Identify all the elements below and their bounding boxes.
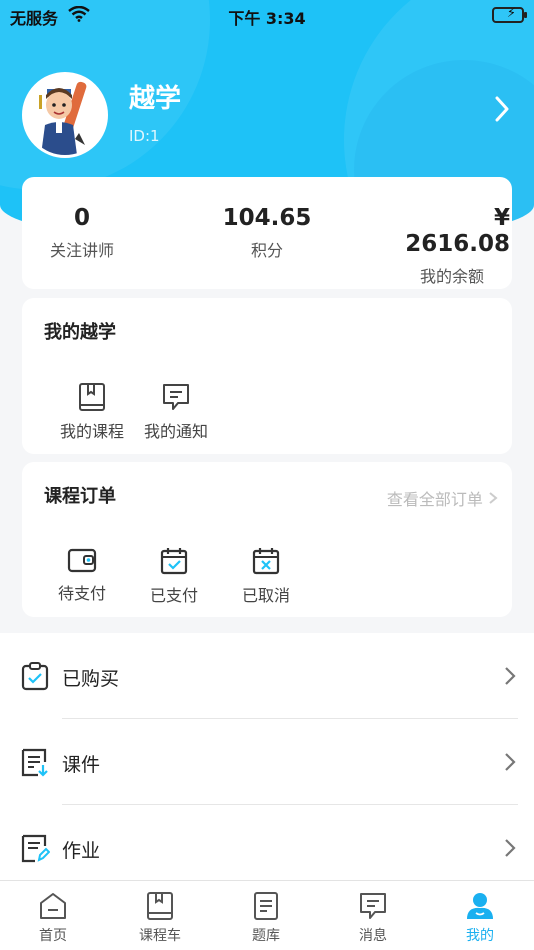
profile-row[interactable]: 越学 ID:1 [22,72,512,158]
stat-label: 积分 [250,241,283,260]
order-pending-button[interactable]: 待支付 [44,546,120,604]
menu-item-label: 作业 [62,840,101,862]
document-download-icon [20,747,50,781]
avatar[interactable] [22,72,108,158]
book-icon [54,382,130,412]
user-id: ID:1 [129,127,160,145]
stat-label: 我的余额 [419,267,484,286]
tab-label: 课程车 [139,928,181,944]
chevron-right-icon [488,490,498,509]
chevron-right-icon [504,666,516,690]
item-label: 我的课程 [59,422,124,441]
menu-item-label: 已购买 [62,668,120,690]
view-all-orders-link[interactable]: 查看全部订单 [387,486,498,510]
user-icon [440,891,520,921]
stat-points[interactable]: 104.65 积分 [212,205,322,261]
stat-value: 104.65 [222,205,312,231]
document-edit-icon [20,833,51,867]
stat-followed-teachers[interactable]: 0 关注讲师 [50,205,114,261]
my-courses-button[interactable]: 我的课程 [54,382,130,442]
tab-label: 题库 [252,928,280,944]
view-all-orders-label: 查看全部订单 [386,490,483,509]
tab-messages[interactable]: 消息 [333,891,413,945]
item-label: 已取消 [241,586,290,605]
tab-me[interactable]: 我的 [440,891,520,945]
tab-bar: 首页 课程车 题库 消息 我的 [0,880,534,950]
chevron-right-icon[interactable] [492,94,512,124]
user-name: 越学 [129,84,182,114]
wallet-icon [44,546,120,574]
menu-item-homework[interactable]: 作业 [0,805,534,890]
stat-value: ¥ 2616.08 [405,205,510,257]
item-label: 待支付 [57,584,106,603]
item-label: 我的通知 [143,422,208,441]
menu-item-courseware[interactable]: 课件 [0,719,534,804]
calendar-x-icon [228,546,304,576]
section-title: 课程订单 [44,486,116,507]
menu-item-purchased[interactable]: 已购买 [0,633,534,718]
tab-course-cart[interactable]: 课程车 [120,891,200,945]
stat-balance[interactable]: ¥ 2616.08 我的余额 [394,205,510,287]
message-icon [138,382,214,412]
section-title: 我的越学 [44,322,116,343]
tab-home[interactable]: 首页 [13,891,93,945]
my-notifications-button[interactable]: 我的通知 [138,382,214,442]
tab-label: 消息 [359,928,387,944]
status-bar: 无服务 下午 3:34 ⚡ [0,0,534,30]
book-icon [120,891,200,921]
tab-label: 我的 [466,928,494,944]
charging-icon: ⚡ [506,6,516,21]
stat-value: 0 [73,205,90,231]
clipboard-check-icon [20,661,50,695]
tab-question-bank[interactable]: 题库 [226,891,306,945]
tab-label: 首页 [39,928,67,944]
orders-section-card: 课程订单 查看全部订单 待支付 已支付 已取消 [22,462,512,617]
stats-card: 0 关注讲师 104.65 积分 ¥ 2616.08 我的余额 [22,177,512,289]
calendar-check-icon [136,546,212,576]
home-icon [13,891,93,921]
document-icon [226,891,306,921]
chevron-right-icon [504,752,516,776]
message-icon [333,891,413,921]
menu-list: 已购买 课件 作业 [0,633,534,880]
item-label: 已支付 [149,586,198,605]
my-section-card: 我的越学 我的课程 我的通知 [22,298,512,454]
stat-label: 关注讲师 [50,241,115,260]
clock: 下午 3:34 [228,9,306,28]
menu-item-label: 课件 [62,754,101,776]
order-cancelled-button[interactable]: 已取消 [228,546,304,606]
chevron-right-icon [504,838,516,862]
order-paid-button[interactable]: 已支付 [136,546,212,606]
